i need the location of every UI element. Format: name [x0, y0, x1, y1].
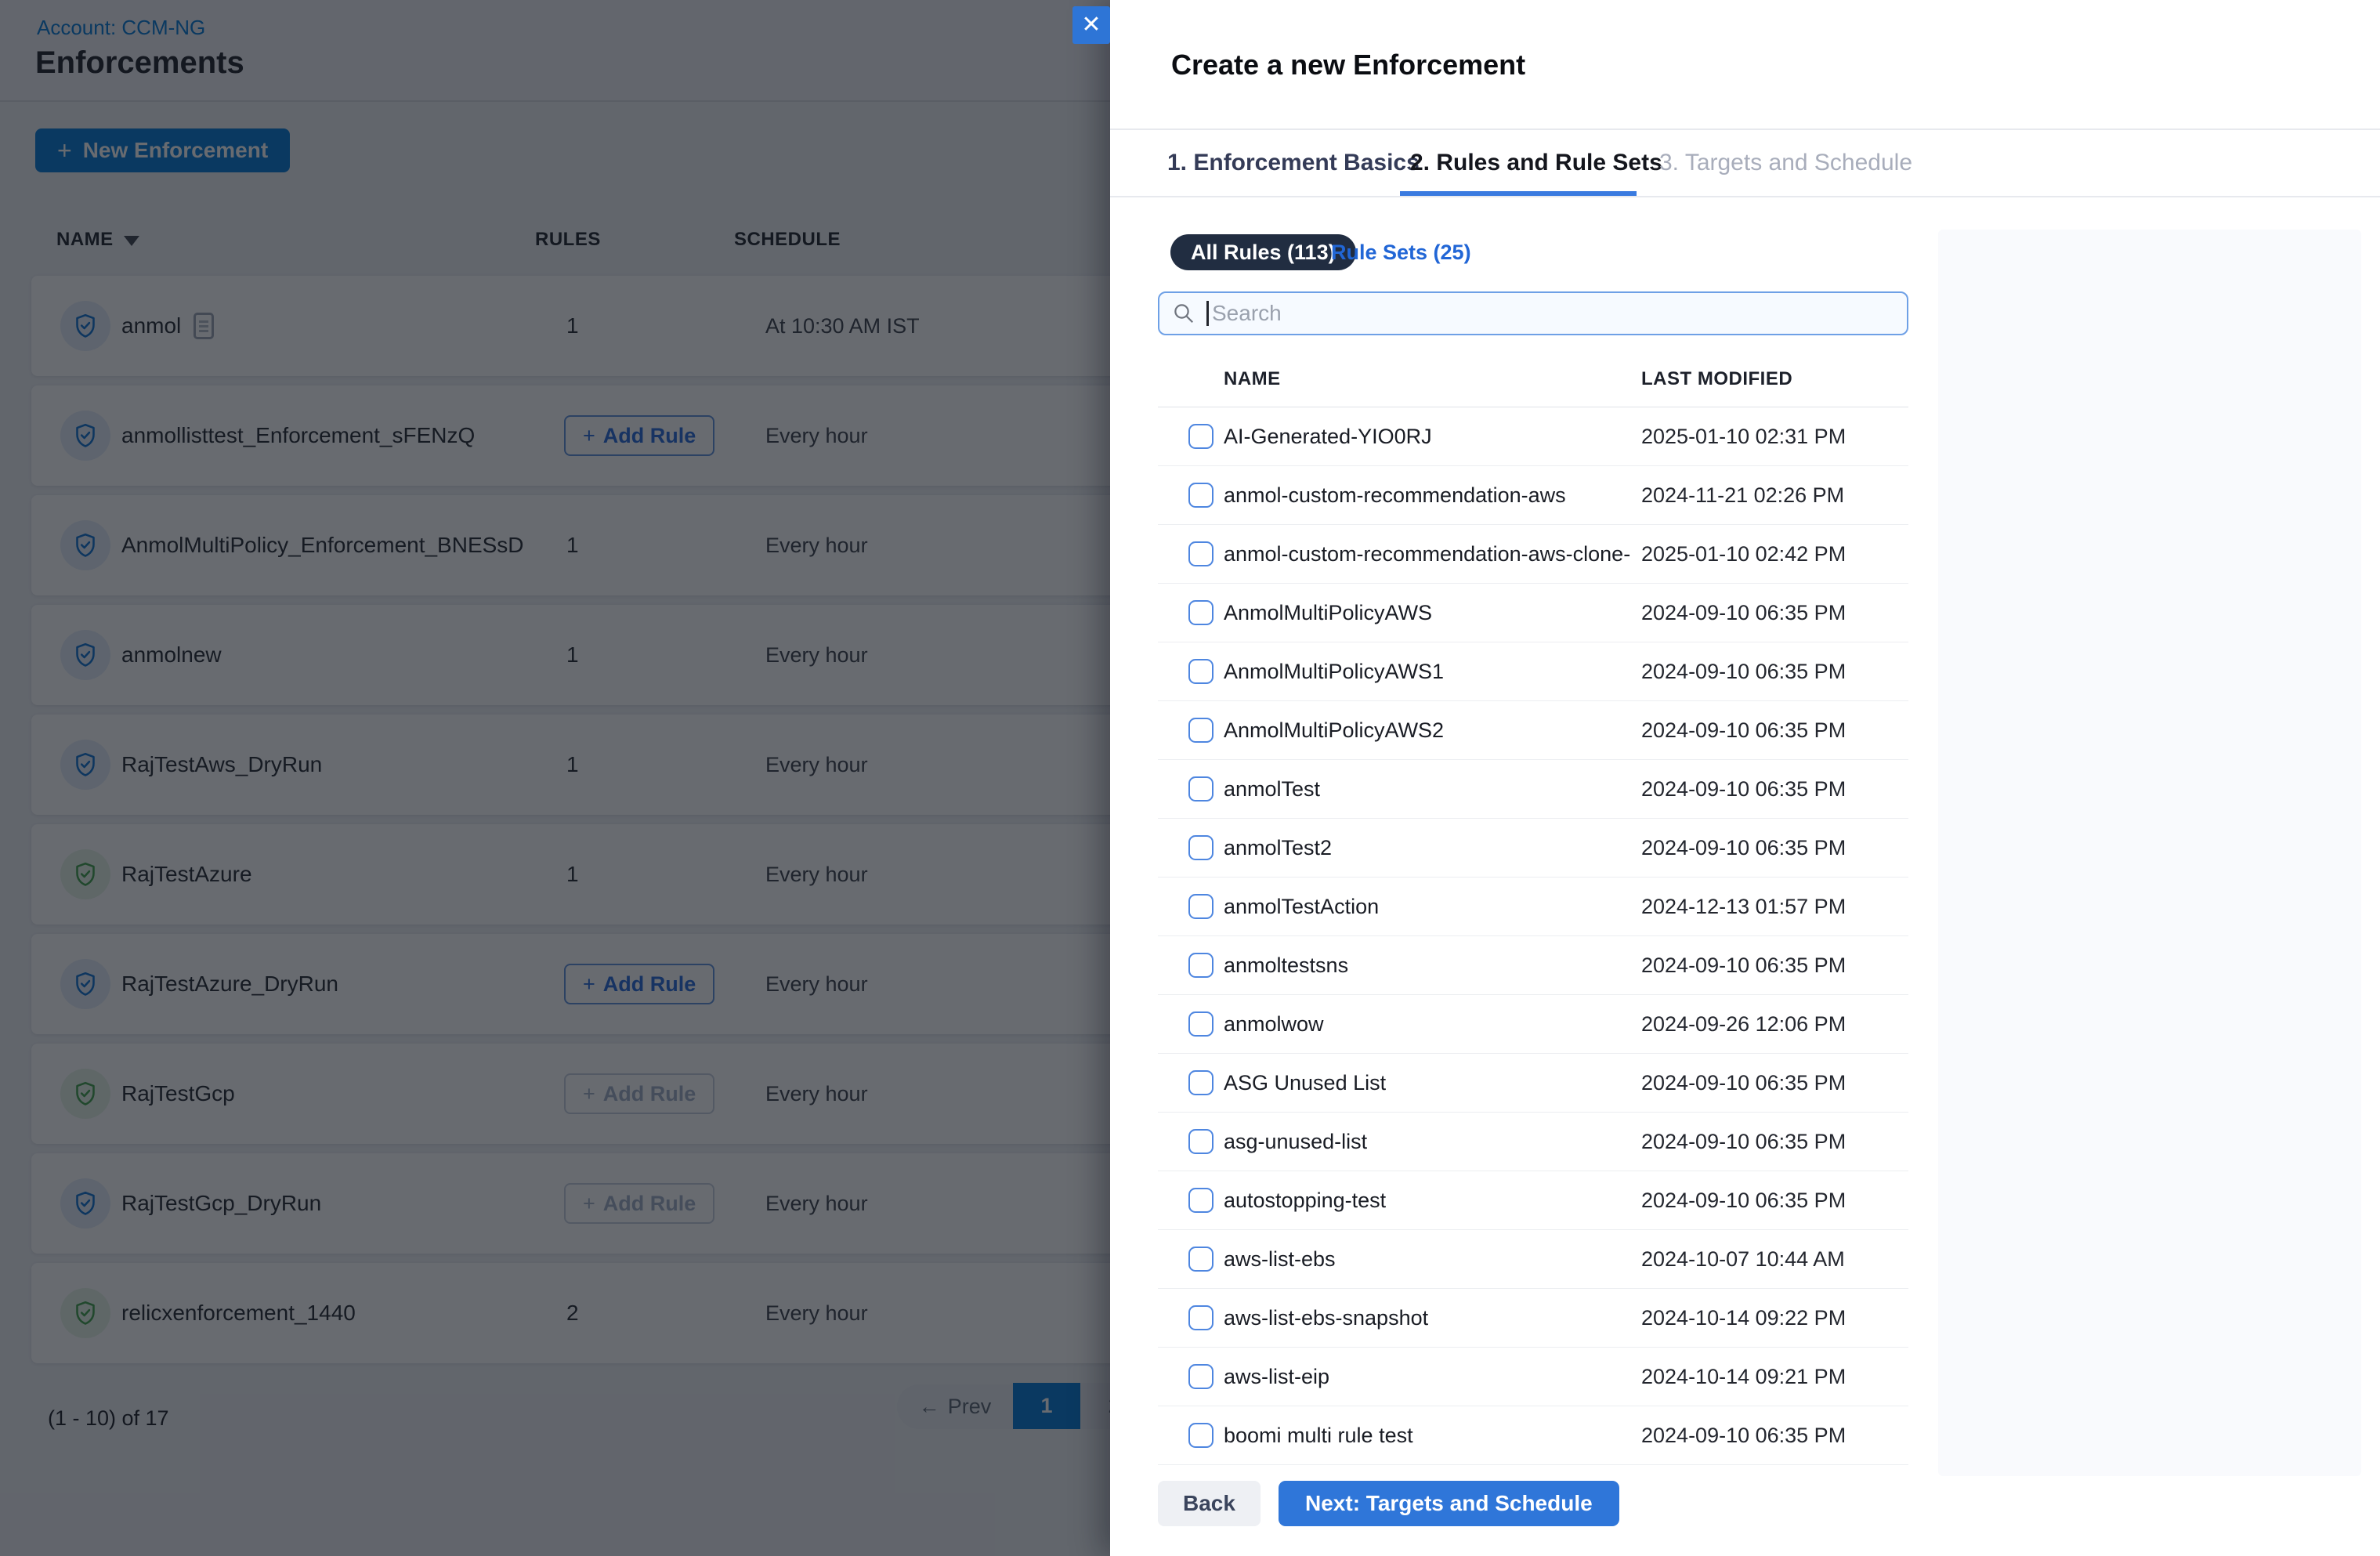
rule-last-modified: 2024-11-21 02:26 PM [1641, 483, 1845, 507]
drawer-title: Create a new Enforcement [1171, 49, 1526, 81]
rule-row[interactable]: AnmolMultiPolicyAWS2 2024-09-10 06:35 PM [1158, 701, 1908, 760]
search-icon [1174, 304, 1194, 324]
rule-name: asg-unused-list [1224, 1130, 1368, 1153]
rule-checkbox[interactable] [1188, 1305, 1214, 1330]
tab-rules-and-rule-sets[interactable]: 2. Rules and Rule Sets [1410, 130, 1662, 196]
rules-column-header-name: NAME [1224, 368, 1281, 389]
rule-last-modified: 2025-01-10 02:31 PM [1641, 425, 1846, 448]
rule-checkbox[interactable] [1188, 1247, 1214, 1272]
filter-all-rules[interactable]: All Rules (113) [1170, 234, 1356, 270]
rule-row[interactable]: ASG Unused List 2024-09-10 06:35 PM [1158, 1054, 1908, 1113]
rule-row[interactable]: anmolTestAction 2024-12-13 01:57 PM [1158, 878, 1908, 936]
rule-last-modified: 2024-09-10 06:35 PM [1641, 601, 1846, 624]
rule-last-modified: 2024-09-26 12:06 PM [1641, 1012, 1846, 1036]
next-targets-schedule-button[interactable]: Next: Targets and Schedule [1279, 1481, 1619, 1526]
rule-name: autostopping-test [1224, 1189, 1387, 1212]
rule-row[interactable]: boomi multi rule test 2024-09-10 06:35 P… [1158, 1406, 1908, 1465]
rule-row[interactable]: aws-list-ebs 2024-10-07 10:44 AM [1158, 1230, 1908, 1289]
rule-last-modified: 2024-09-10 06:35 PM [1641, 1189, 1846, 1212]
rule-last-modified: 2025-01-10 02:42 PM [1641, 542, 1846, 566]
selection-side-panel [1938, 230, 2361, 1476]
rule-last-modified: 2024-09-10 06:35 PM [1641, 1130, 1846, 1153]
rules-column-header-modified: LAST MODIFIED [1641, 368, 1793, 389]
rule-row[interactable]: anmolwow 2024-09-26 12:06 PM [1158, 995, 1908, 1054]
rule-row[interactable]: aws-list-eip 2024-10-14 09:21 PM [1158, 1348, 1908, 1406]
rule-name: anmolTest [1224, 777, 1321, 801]
rule-row[interactable]: anmoltestsns 2024-09-10 06:35 PM [1158, 936, 1908, 995]
rule-checkbox[interactable] [1188, 1129, 1214, 1154]
create-enforcement-drawer: ✕ Create a new Enforcement 1. Enforcemen… [1072, 0, 2380, 1556]
rule-row[interactable]: aws-list-ebs-snapshot 2024-10-14 09:22 P… [1158, 1289, 1908, 1348]
rule-row[interactable]: anmolTest 2024-09-10 06:35 PM [1158, 760, 1908, 819]
rule-name: AnmolMultiPolicyAWS [1224, 601, 1433, 624]
rule-name: anmolTest2 [1224, 836, 1333, 859]
rule-checkbox[interactable] [1188, 1011, 1214, 1037]
close-drawer-button[interactable]: ✕ [1072, 6, 1110, 44]
rule-checkbox[interactable] [1188, 1364, 1214, 1389]
rule-last-modified: 2024-09-10 06:35 PM [1641, 1071, 1846, 1095]
rule-row[interactable]: anmol-custom-recommendation-aws-clone-23… [1158, 525, 1908, 584]
close-icon: ✕ [1081, 12, 1101, 38]
rule-last-modified: 2024-09-10 06:35 PM [1641, 660, 1846, 683]
text-cursor [1206, 301, 1209, 326]
rule-name: aws-list-ebs-snapshot [1224, 1306, 1429, 1330]
rule-checkbox[interactable] [1188, 718, 1214, 743]
rule-last-modified: 2024-10-07 10:44 AM [1641, 1247, 1845, 1271]
rule-checkbox[interactable] [1188, 1188, 1214, 1213]
rule-name: aws-list-eip [1224, 1365, 1330, 1388]
rule-checkbox[interactable] [1188, 424, 1214, 449]
tab-enforcement-basics[interactable]: 1. Enforcement Basics [1167, 130, 1420, 196]
rule-name: anmoltestsns [1224, 954, 1349, 977]
rule-checkbox[interactable] [1188, 541, 1214, 566]
rule-name: anmol-custom-recommendation-aws [1224, 483, 1566, 507]
rule-last-modified: 2024-09-10 06:35 PM [1641, 777, 1846, 801]
rule-checkbox[interactable] [1188, 600, 1214, 625]
rule-last-modified: 2024-09-10 06:35 PM [1641, 718, 1846, 742]
rule-name: ASG Unused List [1224, 1071, 1387, 1095]
rule-last-modified: 2024-09-10 06:35 PM [1641, 836, 1846, 859]
rule-row[interactable]: AnmolMultiPolicyAWS 2024-09-10 06:35 PM [1158, 584, 1908, 642]
rule-row[interactable]: asg-unused-list 2024-09-10 06:35 PM [1158, 1113, 1908, 1171]
rule-checkbox[interactable] [1188, 1423, 1214, 1448]
rule-last-modified: 2024-09-10 06:35 PM [1641, 954, 1846, 977]
rule-name: AnmolMultiPolicyAWS1 [1224, 660, 1445, 683]
rule-last-modified: 2024-12-13 01:57 PM [1641, 895, 1846, 918]
search-input[interactable] [1212, 301, 1894, 326]
rules-search-box [1158, 291, 1908, 335]
tab-targets-and-schedule: 3. Targets and Schedule [1659, 150, 1913, 176]
rule-checkbox[interactable] [1188, 894, 1214, 919]
back-button[interactable]: Back [1158, 1481, 1261, 1526]
rule-last-modified: 2024-10-14 09:21 PM [1641, 1365, 1846, 1388]
rule-checkbox[interactable] [1188, 953, 1214, 978]
rule-name: AI-Generated-YIO0RJ [1224, 425, 1432, 448]
rule-name: anmol-custom-recommendation-aws-clone-23… [1224, 542, 1631, 566]
rule-checkbox[interactable] [1188, 835, 1214, 860]
active-tab-underline [1400, 191, 1637, 196]
rule-name: anmolwow [1224, 1012, 1324, 1036]
rule-row[interactable]: AnmolMultiPolicyAWS1 2024-09-10 06:35 PM [1158, 642, 1908, 701]
rule-row[interactable]: AI-Generated-YIO0RJ 2025-01-10 02:31 PM [1158, 407, 1908, 466]
rule-checkbox[interactable] [1188, 776, 1214, 802]
rule-name: AnmolMultiPolicyAWS2 [1224, 718, 1445, 742]
rule-row[interactable]: autostopping-test 2024-09-10 06:35 PM [1158, 1171, 1908, 1230]
rule-last-modified: 2024-09-10 06:35 PM [1641, 1424, 1846, 1447]
rule-name: aws-list-ebs [1224, 1247, 1336, 1271]
rule-name: boomi multi rule test [1224, 1424, 1413, 1447]
wizard-tabbar: 1. Enforcement Basics 2. Rules and Rule … [1110, 128, 2380, 197]
rule-last-modified: 2024-10-14 09:22 PM [1641, 1306, 1846, 1330]
filter-rule-sets[interactable]: Rule Sets (25) [1331, 234, 1471, 270]
rule-checkbox[interactable] [1188, 659, 1214, 684]
rule-name: anmolTestAction [1224, 895, 1380, 918]
rule-checkbox[interactable] [1188, 483, 1214, 508]
rule-row[interactable]: anmolTest2 2024-09-10 06:35 PM [1158, 819, 1908, 878]
rule-checkbox[interactable] [1188, 1070, 1214, 1095]
rule-row[interactable]: anmol-custom-recommendation-aws 2024-11-… [1158, 466, 1908, 525]
rules-list: AI-Generated-YIO0RJ 2025-01-10 02:31 PM … [1158, 407, 1908, 1465]
